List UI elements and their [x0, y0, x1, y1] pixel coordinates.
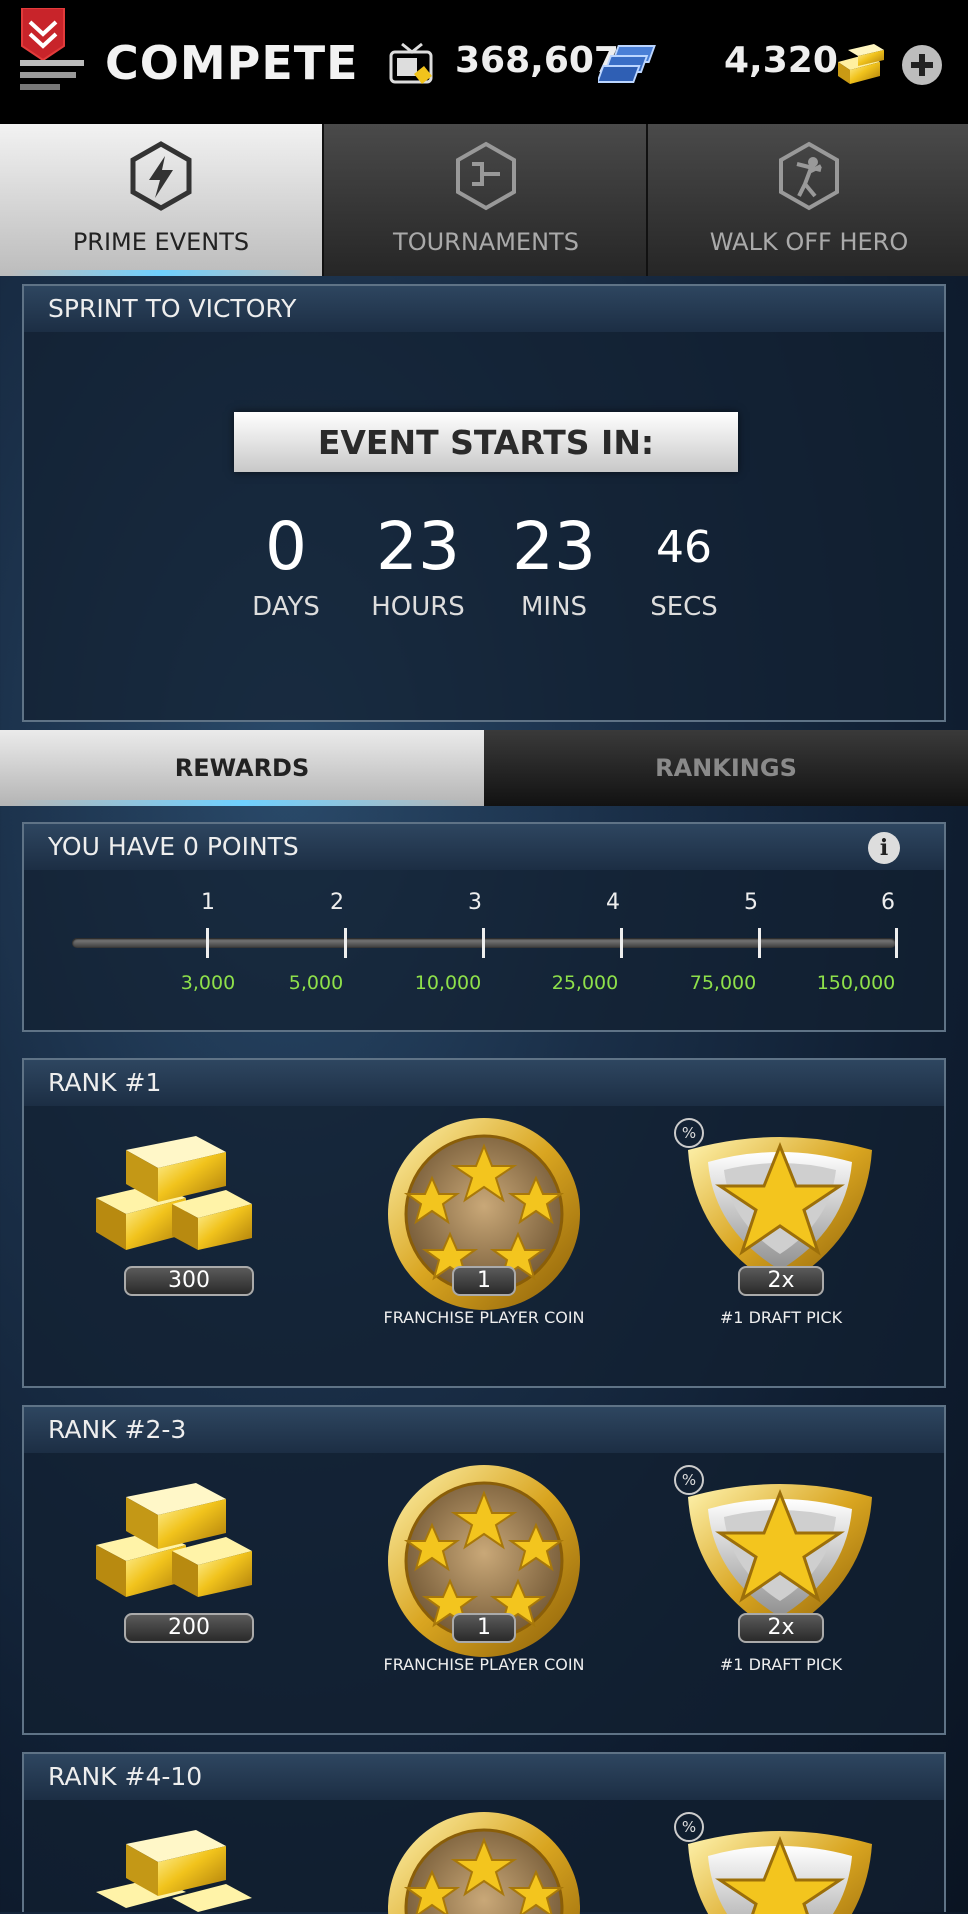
draft-pick-shield-icon — [688, 1831, 872, 1914]
countdown-secs-label: SECS — [650, 592, 718, 622]
active-tab-indicator — [10, 800, 474, 806]
tier-number: 5 — [744, 890, 758, 915]
tier-threshold: 75,000 — [689, 972, 757, 994]
batter-icon — [779, 141, 839, 211]
tab-label: REWARDS — [174, 754, 310, 782]
tab-tournaments[interactable]: TOURNAMENTS — [322, 124, 648, 276]
points-panel: YOU HAVE 0 POINTS — [22, 822, 946, 1032]
tier-number: 6 — [881, 890, 895, 915]
panel-header: RANK #1 — [24, 1060, 944, 1106]
gold-quantity-badge: 200 — [124, 1613, 254, 1643]
tab-label: TOURNAMENTS — [393, 228, 579, 256]
rank-title: RANK #4-10 — [48, 1762, 203, 1791]
countdown-mins-label: MINS — [520, 592, 588, 622]
tier-marker — [482, 928, 485, 958]
pick-reward-label: #1 DRAFT PICK — [719, 1655, 843, 1674]
plus-icon — [911, 54, 933, 76]
gold-bars-icon — [838, 44, 884, 84]
franchise-player-coin-icon — [388, 1812, 580, 1914]
coin-quantity-badge: 1 — [452, 1266, 516, 1296]
tier-marker — [758, 928, 761, 958]
tab-label: RANKINGS — [655, 754, 797, 782]
tab-walk-off-hero[interactable]: WALK OFF HERO — [646, 124, 968, 276]
rank-reward-panel: RANK #4-10 % — [22, 1752, 946, 1914]
tier-number: 4 — [606, 890, 620, 915]
gold-bars-icon — [96, 1136, 252, 1250]
add-currency-button[interactable] — [902, 45, 942, 85]
panel-header: RANK #2-3 — [24, 1407, 944, 1453]
tier-threshold: 25,000 — [551, 972, 619, 994]
tv-icon[interactable] — [388, 40, 436, 88]
stubs-balance: 368,607 — [455, 40, 619, 81]
info-icon[interactable]: i — [868, 832, 900, 864]
points-title: YOU HAVE 0 POINTS — [48, 832, 299, 861]
tier-threshold: 150,000 — [816, 972, 896, 994]
tier-threshold: 3,000 — [180, 972, 236, 994]
gold-bars-icon — [96, 1483, 252, 1597]
rank-reward-panel: RANK #1 300 1 FRANCHISE PLAYER COIN % 2x… — [22, 1058, 946, 1388]
gold-balance: 4,320 — [724, 40, 838, 81]
tier-number: 2 — [330, 890, 344, 915]
panel-header: RANK #4-10 — [24, 1754, 944, 1800]
tab-label: PRIME EVENTS — [72, 228, 250, 256]
pick-reward-label: #1 DRAFT PICK — [719, 1308, 843, 1327]
panel-header: SPRINT TO VICTORY — [24, 286, 944, 332]
active-tab-indicator — [10, 270, 312, 276]
tier-marker — [620, 928, 623, 958]
coin-reward-label: FRANCHISE PLAYER COIN — [383, 1655, 585, 1674]
tab-rankings[interactable]: RANKINGS — [484, 730, 968, 806]
lightning-icon — [130, 141, 192, 211]
bracket-icon — [456, 141, 516, 211]
countdown-hours: 23 — [376, 508, 460, 585]
event-title: SPRINT TO VICTORY — [48, 294, 297, 323]
tier-threshold: 5,000 — [288, 972, 344, 994]
tier-number: 3 — [468, 890, 482, 915]
rank-title: RANK #2-3 — [48, 1415, 187, 1444]
tier-marker — [895, 928, 898, 958]
rank-title: RANK #1 — [48, 1068, 162, 1097]
tier-threshold: 10,000 — [414, 972, 482, 994]
gold-quantity-badge: 300 — [124, 1266, 254, 1296]
main-tabs: PRIME EVENTS TOURNAMENTS WALK OFF HERO — [0, 124, 968, 276]
countdown-days-label: DAYS — [252, 592, 320, 622]
pick-quantity-badge: 2x — [738, 1613, 824, 1643]
panel-header: YOU HAVE 0 POINTS — [24, 824, 944, 870]
coin-reward-label: FRANCHISE PLAYER COIN — [383, 1308, 585, 1327]
stubs-currency-icon — [598, 45, 656, 83]
pick-quantity-badge: 2x — [738, 1266, 824, 1296]
countdown-mins: 23 — [512, 508, 596, 585]
tab-prime-events[interactable]: PRIME EVENTS — [0, 124, 322, 276]
tab-rewards[interactable]: REWARDS — [0, 730, 484, 806]
countdown-hours-label: HOURS — [371, 592, 465, 622]
tier-number: 1 — [201, 890, 215, 915]
tier-marker — [206, 928, 209, 958]
gold-bars-icon — [96, 1830, 252, 1912]
coin-quantity-badge: 1 — [452, 1613, 516, 1643]
tab-label: WALK OFF HERO — [709, 228, 909, 256]
countdown-days: 0 — [265, 508, 307, 585]
tier-marker — [344, 928, 347, 958]
event-panel: SPRINT TO VICTORY EVENT STARTS IN: 0 DAY… — [22, 284, 946, 722]
countdown-secs: 46 — [656, 522, 712, 573]
menu-icon[interactable] — [18, 8, 88, 94]
countdown-banner: EVENT STARTS IN: — [234, 412, 738, 472]
page-title: COMPETE — [105, 36, 359, 90]
countdown-label: EVENT STARTS IN: — [317, 423, 655, 462]
rank-reward-panel: RANK #2-3 200 1 FRANCHISE PLAYER COIN % … — [22, 1405, 946, 1735]
